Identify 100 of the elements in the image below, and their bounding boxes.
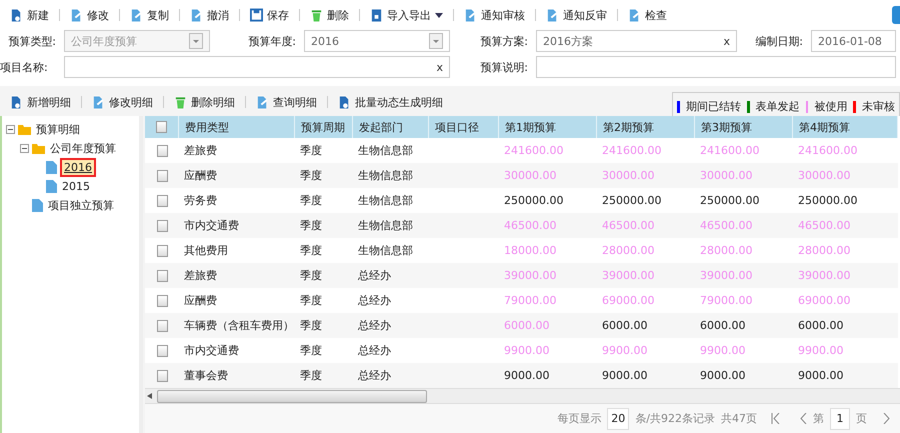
table-cell: 46500.00 — [499, 213, 597, 238]
table-cell: 6000.00 — [499, 313, 597, 338]
toolbar-button[interactable]: 复制 — [124, 6, 175, 24]
table-cell: 市内交通费 — [179, 213, 295, 238]
table-cell: 季度 — [295, 363, 353, 388]
scrollbar-thumb[interactable] — [157, 390, 427, 402]
toolbar-button[interactable]: 修改 — [64, 6, 115, 24]
field-label: 预算方案: — [479, 34, 529, 48]
toolbar-button[interactable]: 查询明细 — [250, 92, 323, 112]
legend-label: 被使用 — [814, 99, 848, 114]
checkbox[interactable] — [156, 294, 168, 306]
column-header[interactable]: 第2期预算 — [597, 116, 695, 138]
table-cell: 季度 — [295, 213, 353, 238]
legend-label: 表单发起 — [756, 99, 800, 114]
table-cell: 6000.00 — [695, 313, 793, 338]
field-label: 预算类型: — [7, 34, 57, 48]
column-header[interactable]: 第4期预算 — [793, 116, 898, 138]
toolbar-button[interactable]: 删除 — [304, 6, 355, 24]
pager-label: 每页显示 — [557, 411, 602, 426]
trash-icon — [174, 94, 187, 110]
edit-document-icon — [130, 8, 143, 22]
table-cell: 30000.00 — [793, 163, 898, 188]
table-cell: 季度 — [295, 313, 353, 338]
toolbar-button[interactable]: 检查 — [622, 6, 673, 24]
table-cell: 应酬费 — [179, 163, 295, 188]
page-number-field[interactable]: 1 — [830, 408, 850, 430]
edit-document-icon — [190, 8, 203, 22]
column-header[interactable]: 费用类型 — [179, 116, 295, 138]
tree-item[interactable]: 公司年度预算 — [48, 140, 118, 157]
folder-icon — [18, 124, 31, 135]
input-field[interactable]: 2016-01-08 — [811, 30, 896, 52]
checkbox[interactable] — [156, 144, 168, 156]
dropdown-field[interactable]: 2016 — [304, 30, 450, 52]
first-page-icon[interactable] — [771, 413, 780, 424]
table-cell: 总经办 — [353, 313, 429, 338]
table-cell: 39000.00 — [695, 263, 793, 288]
toolbar-button[interactable]: 新增明细 — [4, 92, 77, 112]
toolbar-button[interactable]: 保存 — [244, 6, 295, 24]
input-field[interactable] — [536, 56, 896, 78]
table-cell: 6000.00 — [597, 313, 695, 338]
table-cell: 30000.00 — [499, 163, 597, 188]
checkbox[interactable] — [156, 121, 167, 133]
toolbar-button[interactable]: 批量动态生成明细 — [332, 92, 449, 112]
document-icon — [46, 161, 57, 174]
input-field[interactable]: x — [64, 56, 450, 78]
checkbox[interactable] — [156, 170, 168, 182]
clear-button[interactable]: x — [436, 60, 443, 74]
table-cell: 39000.00 — [793, 263, 898, 288]
edit-document-icon — [256, 94, 269, 110]
table-cell: 30000.00 — [597, 163, 695, 188]
checkbox[interactable] — [156, 320, 168, 332]
column-header[interactable]: 第1期预算 — [499, 116, 597, 138]
column-header[interactable]: 第3期预算 — [695, 116, 793, 138]
checkbox[interactable] — [156, 194, 168, 206]
next-page-icon[interactable] — [883, 413, 890, 424]
clear-button[interactable]: x — [723, 34, 730, 48]
pager-label: 共47页 — [721, 411, 757, 426]
column-header[interactable]: 发起部门 — [353, 116, 429, 138]
table-cell: 6000.00 — [793, 313, 898, 338]
table-cell: 差旅费 — [179, 263, 295, 288]
save-icon — [250, 8, 263, 22]
page-size-field[interactable]: 20 — [607, 408, 630, 430]
toolbar-button[interactable]: 修改明细 — [86, 92, 159, 112]
input-field[interactable]: 2016方案 x — [536, 30, 737, 52]
edit-document-icon — [92, 94, 105, 110]
pager-label: 第 — [813, 411, 824, 426]
checkbox[interactable] — [156, 344, 168, 356]
table-cell: 车辆费（含租车费用） — [179, 313, 295, 338]
table-cell: 9000.00 — [695, 363, 793, 388]
tree-item[interactable]: 项目独立预算 — [46, 197, 116, 214]
column-header[interactable]: 项目口径 — [429, 116, 499, 138]
checkbox[interactable] — [156, 270, 168, 282]
table-cell: 季度 — [295, 263, 353, 288]
trash-icon — [310, 8, 323, 22]
table-cell: 总经办 — [353, 263, 429, 288]
checkbox[interactable] — [156, 220, 168, 232]
table-cell: 9000.00 — [597, 363, 695, 388]
previous-page-icon[interactable] — [800, 413, 807, 424]
checkbox[interactable] — [156, 370, 168, 382]
table-cell: 生物信息部 — [353, 163, 429, 188]
tree-item[interactable]: 2015 — [60, 179, 92, 194]
toolbar-button[interactable]: 通知反审 — [540, 6, 613, 24]
scroll-left-icon[interactable] — [147, 393, 152, 399]
new-document-icon — [10, 8, 23, 22]
new-document-icon — [10, 94, 23, 110]
toolbar-button[interactable]: 撤消 — [184, 6, 235, 24]
column-header[interactable]: 预算周期 — [295, 116, 353, 138]
app-icon[interactable] — [892, 6, 900, 24]
tree-item[interactable]: 预算明细 — [34, 121, 82, 138]
toolbar-button[interactable]: 新建 — [4, 6, 55, 24]
field-label: 预算年度: — [247, 34, 297, 48]
table-cell: 总经办 — [353, 363, 429, 388]
table-cell: 39000.00 — [499, 263, 597, 288]
toolbar-button[interactable]: 删除明细 — [168, 92, 241, 112]
toolbar-button[interactable]: 导入导出 — [364, 6, 449, 24]
collapse-icon[interactable] — [6, 125, 15, 134]
checkbox[interactable] — [156, 244, 168, 256]
toolbar-button[interactable]: 通知审核 — [458, 6, 531, 24]
collapse-icon[interactable] — [20, 144, 29, 153]
tree-item[interactable]: 2016 — [60, 158, 96, 177]
